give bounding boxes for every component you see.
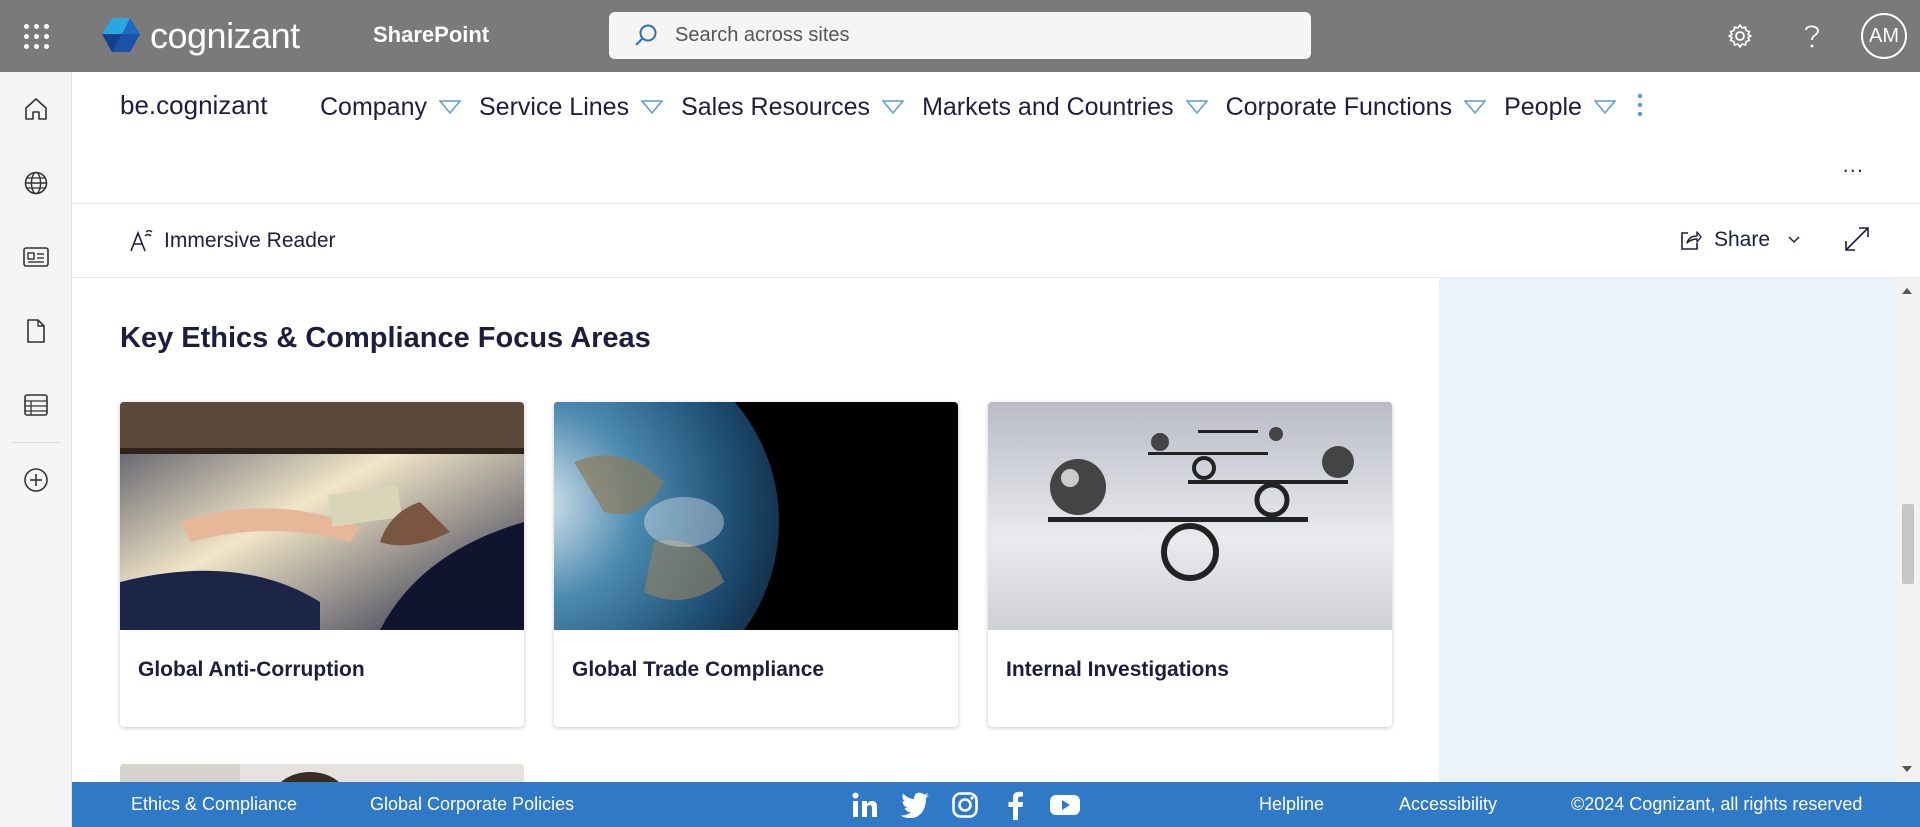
- app-name[interactable]: SharePoint: [373, 22, 489, 48]
- document-icon: [27, 319, 45, 343]
- anti-corruption-image: [120, 402, 524, 630]
- settings-button[interactable]: [1704, 0, 1776, 72]
- card-title: Internal Investigations: [1006, 658, 1229, 681]
- suite-bar: cognizant SharePoint AM: [0, 0, 1920, 72]
- cognizant-logo[interactable]: cognizant: [100, 14, 300, 58]
- search-box[interactable]: [609, 12, 1311, 59]
- chevron-down-icon: [1593, 100, 1616, 114]
- nav-item-company[interactable]: Company: [320, 93, 461, 122]
- instagram-icon[interactable]: [948, 790, 982, 820]
- footer-link-helpline[interactable]: Helpline: [1259, 794, 1324, 815]
- app-launcher-button[interactable]: [0, 0, 72, 72]
- nav-item-corporate-functions[interactable]: Corporate Functions: [1226, 93, 1487, 122]
- waffle-icon: [23, 23, 49, 49]
- nav-item-markets-and-countries[interactable]: Markets and Countries: [922, 93, 1208, 122]
- immersive-reader-label: Immersive Reader: [164, 229, 336, 252]
- focus-area-card[interactable]: Internal Investigations: [988, 402, 1392, 727]
- vertical-scrollbar[interactable]: [1896, 278, 1920, 782]
- site-footer: Ethics & Compliance Global Corporate Pol…: [72, 782, 1920, 827]
- footer-link-global-corporate-policies[interactable]: Global Corporate Policies: [370, 794, 574, 815]
- nav-item-label: Sales Resources: [681, 92, 871, 121]
- nav-item-label: Company: [320, 92, 427, 121]
- card-title: Global Anti-Corruption: [138, 658, 365, 681]
- appbar-lists[interactable]: [0, 368, 72, 442]
- search-input[interactable]: [675, 24, 1275, 47]
- list-icon: [24, 394, 48, 416]
- footer-link-ethics-compliance[interactable]: Ethics & Compliance: [131, 794, 297, 815]
- help-button[interactable]: [1776, 0, 1848, 72]
- section-heading: Key Ethics & Compliance Focus Areas: [120, 322, 651, 354]
- focus-area-card[interactable]: Global Anti-Corruption: [120, 402, 524, 727]
- nav-item-label: People: [1504, 92, 1582, 121]
- site-title[interactable]: be.cognizant: [120, 90, 267, 121]
- expand-content-button[interactable]: [1844, 226, 1870, 257]
- globe-icon: [24, 171, 48, 195]
- expand-icon: [1845, 227, 1869, 251]
- chevron-down-icon: [439, 100, 461, 114]
- avatar: AM: [1861, 13, 1907, 59]
- appbar-sites[interactable]: [0, 146, 72, 220]
- nav-item-people[interactable]: People: [1504, 93, 1616, 122]
- chevron-down-icon: [1185, 100, 1208, 114]
- chevron-down-icon: [1788, 236, 1800, 244]
- focus-area-card[interactable]: Global Trade Compliance: [554, 402, 958, 727]
- card-title: Global Trade Compliance: [572, 658, 825, 681]
- search-icon: [635, 24, 657, 46]
- gear-icon: [1728, 24, 1752, 48]
- social-links: [848, 790, 1082, 820]
- nav-item-label: Service Lines: [479, 92, 630, 121]
- appbar-create[interactable]: [0, 443, 72, 517]
- immersive-reader-button[interactable]: Immersive Reader: [128, 228, 336, 254]
- news-icon: [23, 247, 49, 267]
- chevron-down-icon: [641, 100, 664, 114]
- command-bar: Immersive Reader Share: [72, 204, 1920, 278]
- share-button[interactable]: Share: [1678, 228, 1800, 252]
- vertical-ellipsis-icon: [1637, 93, 1643, 117]
- chevron-down-icon: [882, 100, 905, 114]
- appbar-files[interactable]: [0, 294, 72, 368]
- account-button[interactable]: AM: [1848, 0, 1920, 72]
- main-content: Key Ethics & Compliance Focus Areas Glob…: [72, 278, 1439, 782]
- add-circle-icon: [24, 468, 48, 492]
- page-more-button[interactable]: ...: [1843, 152, 1864, 178]
- copyright-text: ©2024 Cognizant, all rights reserved: [1571, 794, 1863, 814]
- cognizant-logo-mark-icon: [102, 18, 140, 52]
- earth-image: [554, 402, 958, 630]
- chevron-down-icon: [1464, 100, 1487, 114]
- twitter-icon[interactable]: [898, 790, 932, 820]
- home-icon: [25, 98, 47, 120]
- top-navigation: Company Service Lines Sales Resources Ma…: [320, 90, 1634, 124]
- balance-image: [988, 402, 1392, 630]
- nav-item-sales-resources[interactable]: Sales Resources: [681, 92, 905, 122]
- footer-link-accessibility[interactable]: Accessibility: [1399, 794, 1497, 815]
- linkedin-icon[interactable]: [848, 790, 882, 820]
- site-header: be.cognizant Company Service Lines Sales…: [72, 72, 1920, 204]
- share-label: Share: [1714, 228, 1771, 251]
- youtube-icon[interactable]: [1048, 790, 1082, 820]
- appbar-home[interactable]: [0, 72, 72, 146]
- brand-text: cognizant: [150, 15, 300, 56]
- appbar-news[interactable]: [0, 220, 72, 294]
- focus-area-card-partial[interactable]: [120, 764, 524, 782]
- share-icon: [1681, 231, 1702, 250]
- facebook-icon[interactable]: [998, 790, 1032, 820]
- scroll-up-icon[interactable]: [1902, 288, 1912, 294]
- scroll-thumb[interactable]: [1902, 504, 1914, 584]
- question-icon: [1805, 25, 1819, 48]
- nav-overflow-button[interactable]: [1636, 92, 1644, 123]
- nav-item-label: Markets and Countries: [922, 92, 1174, 121]
- scroll-down-icon[interactable]: [1902, 766, 1912, 772]
- right-panel: [1439, 278, 1896, 782]
- nav-item-service-lines[interactable]: Service Lines: [479, 92, 664, 122]
- app-bar: [0, 72, 72, 827]
- nav-item-label: Corporate Functions: [1225, 92, 1453, 121]
- immersive-reader-icon: [130, 229, 153, 252]
